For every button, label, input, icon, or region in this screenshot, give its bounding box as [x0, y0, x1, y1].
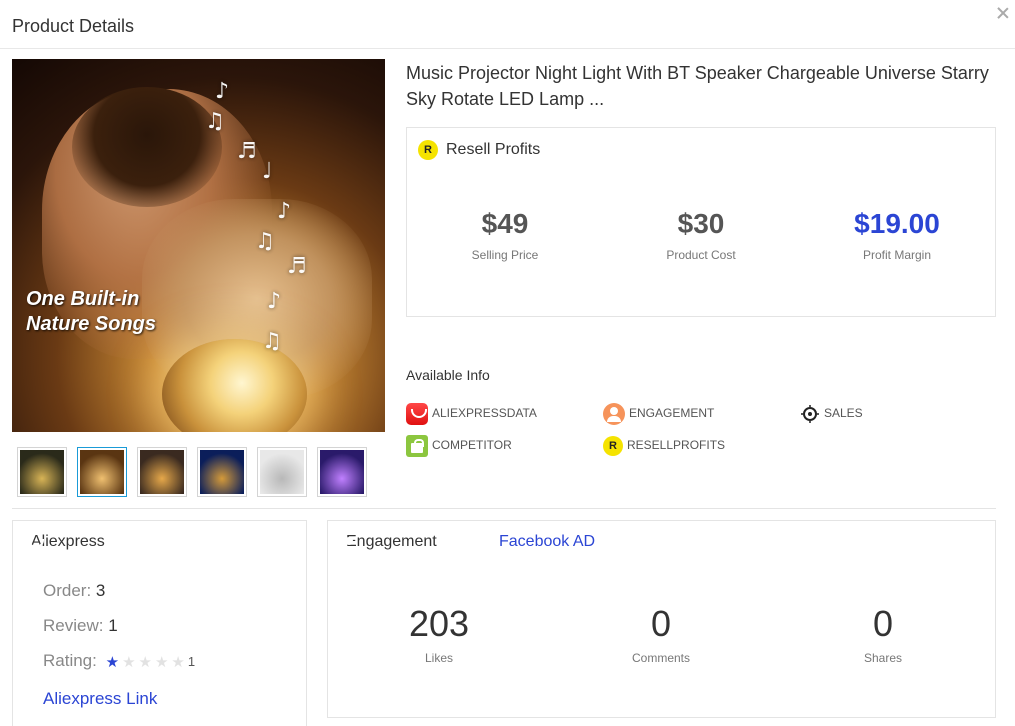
comments-stat: 0 Comments [550, 603, 772, 665]
crosshair-icon [800, 404, 820, 424]
thumbnail-4[interactable] [197, 447, 247, 497]
order-label: Order: [43, 581, 92, 600]
aliexpress-card: Aliexpress Order: 3 Review: 1 Rating: ★ ★… [12, 520, 307, 726]
thumbnail-image [260, 450, 304, 494]
product-cost-stat: $30 Product Cost [606, 208, 796, 262]
order-value: 3 [95, 581, 106, 600]
rating-stat: Rating: ★ ★ ★ ★ ★ 1 [43, 651, 195, 672]
profit-margin-label: Profit Margin [862, 248, 932, 262]
shopping-bag-icon [406, 434, 428, 457]
product-cost-value: $30 [677, 208, 725, 239]
resellprofits-icon: R [603, 435, 623, 456]
resell-profits-header: R Resell Profits [418, 140, 540, 160]
tab-facebook-ad[interactable]: Facebook AD [499, 533, 595, 551]
likes-label: Likes [424, 651, 453, 665]
star-icon: ★ [171, 652, 185, 671]
info-resellprofits[interactable]: R RESELLPROFITS [603, 434, 725, 456]
thumbnail-image [140, 450, 184, 494]
rating-value: 1 [187, 654, 196, 669]
likes-value: 203 [408, 603, 470, 644]
shares-stat: 0 Shares [772, 603, 994, 665]
star-icon: ★ [154, 652, 169, 671]
thumbnail-2[interactable] [77, 447, 127, 497]
profit-margin-value: $19.00 [854, 208, 940, 239]
thumbnail-1[interactable] [17, 447, 67, 497]
image-caption-line: Nature Songs [26, 313, 157, 335]
engagement-card: Engagement Facebook AD 203 Likes 0 Comme… [327, 520, 996, 718]
thumbnail-6[interactable] [317, 447, 367, 497]
comments-label: Comments [631, 651, 690, 665]
thumbnail-5[interactable] [257, 447, 307, 497]
section-divider [12, 508, 996, 509]
engagement-card-title: Engagement [346, 533, 437, 551]
resellprofits-icon: R [418, 140, 438, 160]
thumbnail-3[interactable] [137, 447, 187, 497]
info-label: RESELLPROFITS [627, 438, 726, 452]
star-icon: ★ [105, 652, 120, 671]
info-label: COMPETITOR [432, 438, 512, 452]
resell-profits-title: Resell Profits [446, 141, 541, 159]
info-competitor[interactable]: COMPETITOR [406, 434, 512, 457]
review-label: Review: [43, 616, 104, 635]
thumbnail-image [80, 450, 124, 494]
engagement-card-header: Engagement [338, 533, 437, 551]
info-aliexpressdata[interactable]: ALIEXPRESSDATA [406, 402, 537, 425]
aliexpress-card-header: Aliexpress [23, 533, 105, 551]
likes-stat: 203 Likes [328, 603, 550, 665]
resell-profits-card: R Resell Profits $49 Selling Price $30 Pr… [406, 127, 996, 317]
comments-value: 0 [650, 603, 672, 644]
profit-margin-stat: $19.00 Profit Margin [802, 208, 992, 262]
review-stat: Review: 1 [43, 616, 118, 636]
selling-price-stat: $49 Selling Price [410, 208, 600, 262]
modal-header: Product Details [0, 0, 1015, 49]
selling-price-label: Selling Price [471, 248, 539, 262]
aliexpress-icon [406, 402, 428, 425]
modal-title: Product Details [12, 16, 135, 36]
available-info-title: Available Info [406, 367, 490, 383]
info-label: ENGAGEMENT [629, 406, 715, 420]
thumbnail-image [200, 450, 244, 494]
image-caption: One Built-in Nature Songs [26, 287, 156, 337]
product-main-image: ♪ ♫ ♬ ♩ ♪ ♫ ♬ ♪ ♫ One Built-in Nature So… [12, 59, 385, 432]
selling-price-value: $49 [481, 208, 529, 239]
shares-label: Shares [863, 651, 903, 665]
thumbnail-image [320, 450, 364, 494]
info-sales[interactable]: SALES [800, 402, 863, 424]
info-label: SALES [824, 406, 863, 420]
shares-value: 0 [872, 603, 894, 644]
image-hair-shape [72, 87, 222, 207]
info-label: ALIEXPRESSDATA [432, 406, 537, 420]
aliexpress-link[interactable]: Aliexpress Link [43, 689, 157, 709]
rating-stars: ★ ★ ★ ★ ★ [106, 652, 188, 672]
star-icon: ★ [138, 652, 152, 671]
thumbnail-image [20, 450, 64, 494]
product-cost-label: Product Cost [666, 248, 736, 262]
star-icon: ★ [122, 652, 136, 671]
info-engagement[interactable]: ENGAGEMENT [603, 402, 715, 425]
close-icon[interactable] [995, 6, 1011, 22]
review-value: 1 [108, 616, 118, 635]
rating-label: Rating: [43, 651, 97, 670]
image-caption-line: One Built-in [26, 288, 140, 310]
order-stat: Order: 3 [43, 581, 105, 601]
product-title: Music Projector Night Light With BT Spea… [406, 63, 989, 109]
engagement-icon [603, 402, 625, 425]
